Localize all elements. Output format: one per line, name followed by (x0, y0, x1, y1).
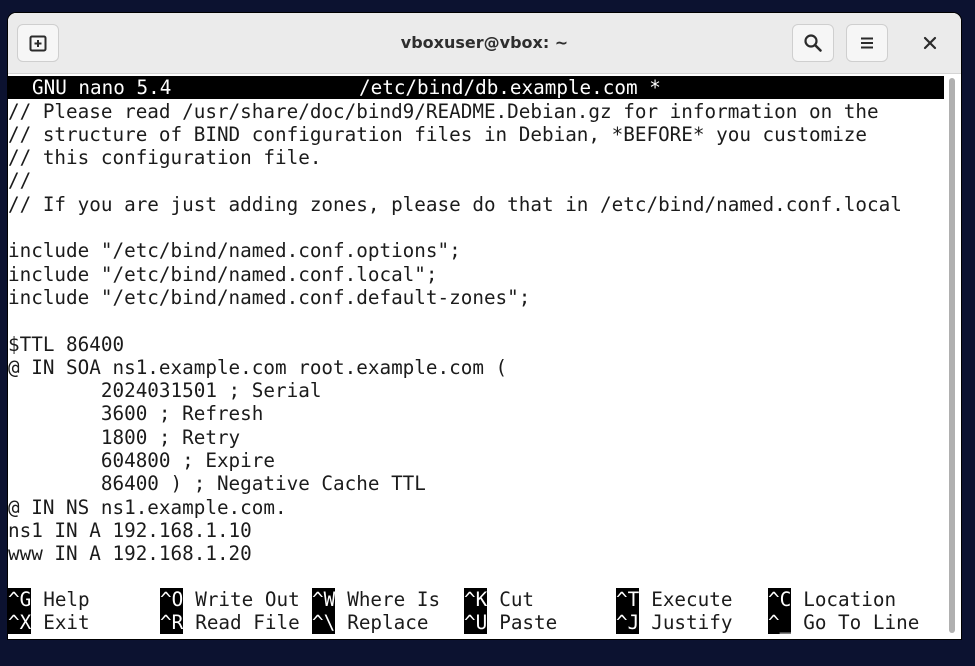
shortcut-item[interactable]: ^_ Go To Line (768, 611, 920, 635)
shortcut-label: Location (803, 588, 897, 611)
buffer-line: include "/etc/bind/named.conf.default-zo… (8, 285, 531, 309)
nano-filename: /etc/bind/db.example.com * (359, 76, 661, 99)
shortcut-label: Replace (347, 611, 429, 635)
buffer-line: @ IN NS ns1.example.com. (8, 495, 287, 519)
new-tab-icon (29, 35, 47, 52)
buffer-line: 1800 ; Retry (8, 425, 241, 449)
shortcut-item[interactable]: ^K Cut (464, 588, 534, 611)
shortcut-label: Exit (43, 611, 90, 635)
shortcut-label: Paste (499, 611, 558, 635)
shortcut-key: ^T (616, 588, 640, 611)
shortcut-key: ^J (616, 611, 640, 635)
shortcut-label: Help (43, 588, 90, 611)
buffer-line: ns1 IN A 192.168.1.10 (8, 518, 252, 542)
shortcut-label: Go To Line (803, 611, 920, 635)
shortcut-key: ^O (160, 588, 184, 611)
buffer-line: 2024031501 ; Serial (8, 379, 322, 403)
buffer-line: @ IN SOA ns1.example.com root.example.co… (8, 355, 508, 379)
shortcut-item[interactable]: ^J Justify (616, 611, 733, 635)
shortcut-key: ^K (464, 588, 488, 611)
shortcut-item[interactable]: ^U Paste (464, 611, 558, 635)
nano-header-bar: GNU nano 5.4 /etc/bind/db.example.com * (8, 76, 944, 100)
buffer-line: // this configuration file. (8, 146, 322, 170)
buffer-line: $TTL 86400 (8, 332, 125, 356)
buffer-line: include "/etc/bind/named.conf.options"; (8, 239, 461, 263)
shortcut-item[interactable]: ^R Read File (160, 611, 300, 635)
titlebar: vboxuser@vbox: ~ (8, 13, 961, 74)
buffer-line: // Please read /usr/share/doc/bind9/READ… (8, 99, 879, 123)
buffer-line: 3600 ; Refresh (8, 402, 264, 426)
buffer-line: include "/etc/bind/named.conf.local"; (8, 262, 438, 286)
close-icon (923, 36, 937, 50)
shortcut-item[interactable]: ^C Location (768, 588, 896, 611)
buffer-line: 604800 ; Expire (8, 449, 275, 472)
shortcut-item[interactable]: ^G Help (8, 588, 90, 611)
new-tab-button[interactable] (17, 24, 59, 62)
shortcut-item[interactable]: ^\ Replace (312, 611, 429, 635)
close-button[interactable] (910, 24, 950, 62)
shortcut-item[interactable]: ^W Where Is (312, 588, 440, 611)
buffer-line: // If you are just adding zones, please … (8, 192, 902, 216)
shortcut-item[interactable]: ^O Write Out (160, 588, 300, 611)
shortcut-label: Write Out (195, 588, 300, 611)
buffer-line: // (8, 169, 32, 193)
search-icon (804, 34, 822, 52)
buffer-line: www IN A 192.168.1.20 (8, 542, 252, 566)
shortcut-key: ^W (312, 588, 336, 611)
menu-button[interactable] (846, 24, 888, 62)
buffer-line: // structure of BIND configuration files… (8, 122, 868, 146)
nano-version: GNU nano 5.4 (32, 76, 172, 99)
shortcut-key: ^_ (768, 611, 792, 635)
shortcut-key: ^G (8, 588, 32, 611)
shortcut-key: ^X (8, 611, 32, 635)
search-button[interactable] (792, 24, 834, 62)
scrollbar-thumb[interactable] (949, 78, 955, 633)
shortcut-key: ^U (464, 611, 488, 635)
shortcut-label: Where Is (347, 588, 441, 611)
shortcut-label: Execute (651, 588, 733, 611)
shortcut-key: ^C (768, 588, 792, 611)
buffer-line: 86400 ) ; Negative Cache TTL (8, 472, 426, 496)
scrollbar[interactable] (944, 74, 961, 639)
shortcut-key: ^R (160, 611, 184, 635)
shortcut-key: ^\ (312, 611, 336, 635)
shortcut-label: Cut (499, 588, 535, 611)
terminal-area[interactable]: GNU nano 5.4 /etc/bind/db.example.com * … (8, 74, 944, 639)
shortcut-label: Read File (195, 611, 300, 635)
hamburger-menu-icon (861, 37, 873, 49)
shortcut-item[interactable]: ^X Exit (8, 611, 90, 635)
terminal-window: vboxuser@vbox: ~ GNU nano 5.4 /etc/bind/… (8, 13, 961, 639)
shortcut-label: Justify (651, 611, 733, 635)
shortcut-item[interactable]: ^T Execute (616, 588, 732, 611)
